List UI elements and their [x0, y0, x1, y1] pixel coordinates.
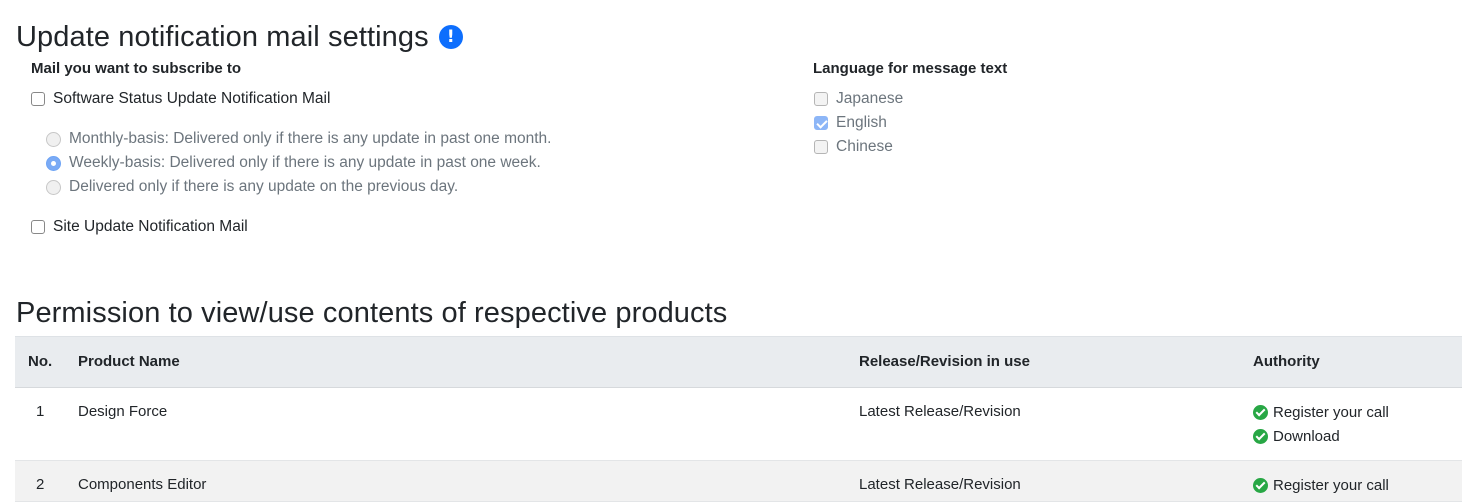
authority-item: Register your call [1253, 400, 1389, 424]
software-status-checkbox[interactable] [31, 92, 45, 106]
subscribe-label: Mail you want to subscribe to [31, 60, 242, 77]
site-update-label: Site Update Notification Mail [53, 218, 248, 235]
header-authority: Authority [1253, 353, 1320, 370]
authority-item: Download [1253, 424, 1389, 448]
table-row: 1 Design Force Latest Release/Revision R… [15, 388, 1462, 461]
frequency-radio-daily[interactable] [46, 179, 61, 195]
authority-label: Download [1273, 427, 1340, 445]
language-label: Language for message text [813, 60, 1008, 77]
software-status-label: Software Status Update Notification Mail [53, 90, 331, 107]
site-update-option[interactable]: Site Update Notification Mail [31, 218, 248, 236]
table-header: No. Product Name Release/Revision in use… [15, 336, 1462, 388]
row-release: Latest Release/Revision [859, 476, 1021, 493]
language-checkbox-chinese[interactable] [814, 140, 828, 154]
language-option-japanese[interactable]: Japanese [814, 90, 903, 108]
mail-settings-title: Update notification mail settings ! [16, 20, 463, 54]
header-release: Release/Revision in use [859, 353, 1030, 370]
language-checkbox-english[interactable] [814, 116, 828, 130]
language-label-japanese: Japanese [836, 90, 904, 107]
permissions-title: Permission to view/use contents of respe… [16, 297, 728, 329]
header-product: Product Name [78, 353, 180, 370]
software-status-option[interactable]: Software Status Update Notification Mail [31, 90, 330, 108]
check-circle-icon [1253, 477, 1268, 493]
frequency-radio-weekly[interactable] [46, 155, 61, 171]
row-release: Latest Release/Revision [859, 403, 1021, 420]
authority-label: Register your call [1273, 476, 1389, 494]
frequency-option-monthly[interactable]: Monthly-basis: Delivered only if there i… [46, 130, 551, 148]
row-authority: Register your call [1253, 473, 1389, 497]
row-authority: Register your call Download [1253, 400, 1389, 448]
row-no: 2 [36, 476, 45, 493]
language-label-chinese: Chinese [836, 138, 893, 155]
frequency-option-weekly[interactable]: Weekly-basis: Delivered only if there is… [46, 154, 541, 172]
frequency-option-daily[interactable]: Delivered only if there is any update on… [46, 178, 458, 196]
info-circle-icon[interactable]: ! [438, 25, 463, 49]
language-label-english: English [836, 114, 887, 131]
row-no: 1 [36, 403, 45, 420]
language-checkbox-japanese[interactable] [814, 92, 828, 106]
mail-settings-title-text: Update notification mail settings [16, 21, 429, 53]
language-option-chinese[interactable]: Chinese [814, 138, 893, 156]
frequency-label-weekly: Weekly-basis: Delivered only if there is… [69, 154, 541, 171]
check-circle-icon [1253, 404, 1268, 420]
frequency-radio-monthly[interactable] [46, 131, 61, 147]
table-row: 2 Components Editor Latest Release/Revis… [15, 461, 1462, 502]
site-update-checkbox[interactable] [31, 220, 45, 234]
check-circle-icon [1253, 428, 1268, 444]
header-no: No. [28, 353, 53, 370]
frequency-label-monthly: Monthly-basis: Delivered only if there i… [69, 130, 552, 147]
permissions-table: No. Product Name Release/Revision in use… [15, 336, 1462, 502]
frequency-label-daily: Delivered only if there is any update on… [69, 178, 459, 195]
language-option-english[interactable]: English [814, 114, 887, 132]
row-product: Components Editor [78, 476, 207, 493]
authority-label: Register your call [1273, 403, 1389, 421]
row-product: Design Force [78, 403, 168, 420]
authority-item: Register your call [1253, 473, 1389, 497]
